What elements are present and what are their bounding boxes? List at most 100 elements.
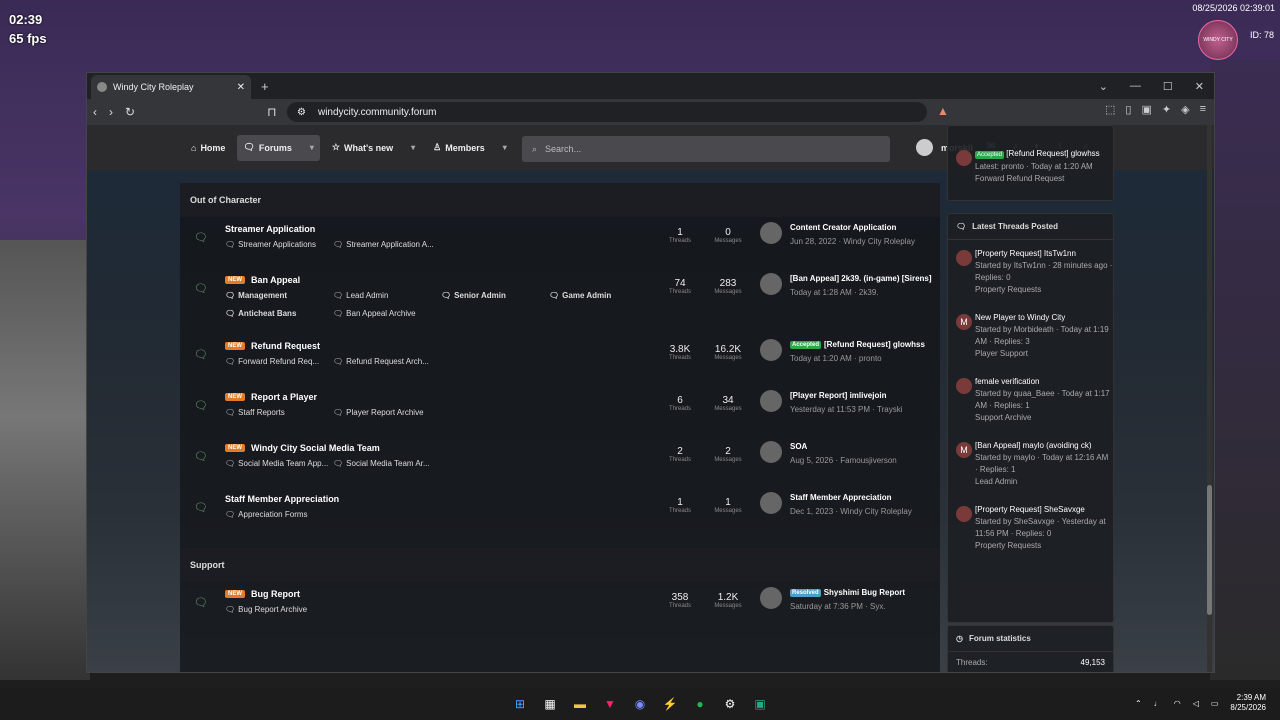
subforum-link[interactable]: 🗨 Streamer Applications	[225, 240, 316, 249]
menu-icon[interactable]: ≡	[1200, 103, 1206, 116]
bookmark-icon[interactable]: ⊓	[267, 105, 276, 119]
forum-node[interactable]: 🗨 Staff Member Appreciation 🗨 Appreciation …	[180, 487, 940, 538]
chevron-down-icon[interactable]: ▾	[503, 143, 507, 152]
subforum-link[interactable]: 🗨 Staff Reports	[225, 408, 285, 417]
thread-title[interactable]: [Property Request] ItsTw1nn	[975, 248, 1113, 260]
scrollbar[interactable]	[1207, 125, 1212, 672]
tab-search-icon[interactable]: ⌄	[1099, 80, 1108, 93]
subforum-link[interactable]: 🗨 Bug Report Archive	[225, 605, 307, 614]
latest-thread-item[interactable]: [Property Request] ItsTw1nn Started by It…	[948, 248, 1113, 296]
scrollbar-thumb[interactable]	[1207, 485, 1212, 615]
node-title[interactable]: NEW Bug Report	[225, 589, 300, 599]
subforum-link[interactable]: 🗨 Anticheat Bans	[225, 309, 296, 318]
ai-icon[interactable]: ✦	[1162, 103, 1171, 116]
brave-icon[interactable]: ▼	[602, 696, 619, 713]
sidebar-item[interactable]: Accepted [Refund Request] glowhss Latest…	[948, 148, 1113, 185]
steam-icon[interactable]: ⚙	[722, 696, 739, 713]
subforum-link[interactable]: 🗨 Player Report Archive	[333, 408, 424, 417]
last-post-title[interactable]: [Player Report] imlivejoin	[790, 391, 886, 400]
node-title[interactable]: NEW Report a Player	[225, 392, 317, 402]
extensions-icon[interactable]: ⬚	[1105, 103, 1115, 116]
last-post-title[interactable]: Resolved Shyshimi Bug Report	[790, 588, 905, 597]
vpn-icon[interactable]: ◈	[1181, 103, 1189, 116]
search-input[interactable]: ⌕ Search...	[522, 136, 890, 162]
reload-icon[interactable]: ↻	[125, 105, 135, 119]
subforum-link[interactable]: 🗨 Senior Admin	[441, 291, 506, 300]
close-window-icon[interactable]: ✕	[1195, 80, 1204, 93]
new-tab-icon[interactable]: +	[261, 79, 269, 94]
subforum-link[interactable]: 🗨 Refund Request Arch...	[333, 357, 429, 366]
url-field[interactable]: ⚙ windycity.community.forum	[287, 102, 927, 122]
sidebar-icon[interactable]: ▯	[1125, 103, 1131, 116]
chevron-down-icon[interactable]: ▾	[310, 143, 314, 152]
wallet-icon[interactable]: ▣	[1141, 103, 1151, 116]
mic-icon[interactable]: ♩	[1154, 699, 1162, 708]
subforum-link[interactable]: 🗨 Game Admin	[549, 291, 611, 300]
last-post-title[interactable]: Content Creator Application	[790, 223, 896, 232]
spotify-icon[interactable]: ●	[692, 696, 709, 713]
subforum-link[interactable]: 🗨 Appreciation Forms	[225, 510, 308, 519]
folder-icon[interactable]: ▬	[572, 696, 589, 713]
node-title[interactable]: Staff Member Appreciation	[225, 494, 339, 504]
node-title[interactable]: Streamer Application	[225, 224, 315, 234]
wifi-icon[interactable]: ◠	[1174, 699, 1181, 708]
node-title[interactable]: NEW Ban Appeal	[225, 275, 300, 285]
start-icon[interactable]: ⊞	[512, 696, 529, 713]
thread-forum[interactable]: Property Requests	[975, 284, 1113, 296]
chevron-down-icon[interactable]: ▾	[411, 143, 415, 152]
store-icon[interactable]: ▦	[542, 696, 559, 713]
battery-icon[interactable]: ▭	[1211, 699, 1219, 708]
latest-thread-item[interactable]: M [Ban Appeal] maylo (avoiding ck) Started…	[948, 440, 1113, 488]
nav-members[interactable]: ♙ Members ▾	[427, 135, 513, 161]
thread-title[interactable]: [Ban Appeal] maylo (avoiding ck)	[975, 440, 1113, 452]
chevron-up-icon[interactable]: ⌃	[1135, 699, 1142, 708]
nav-forums[interactable]: 🗨 Forums ▾	[237, 134, 320, 161]
forum-node[interactable]: 🗨 NEW Ban Appeal 🗨 Management 🗨 Lead Admin 🗨 Sen…	[180, 268, 940, 334]
thread-forum[interactable]: Property Requests	[975, 540, 1113, 552]
brave-shield-icon[interactable]: ▲	[937, 104, 949, 118]
thread-forum[interactable]: Player Support	[975, 348, 1113, 360]
subforum-link[interactable]: 🗨 Management	[225, 291, 287, 300]
maximize-icon[interactable]: ☐	[1163, 80, 1173, 93]
thread-forum[interactable]: Lead Admin	[975, 476, 1113, 488]
forum-node[interactable]: 🗨 NEW Bug Report 🗨 Bug Report Archive 358 Thre…	[180, 582, 940, 633]
browser-tab[interactable]: Windy City Roleplay ✕	[91, 75, 251, 99]
nav-home[interactable]: ⌂ Home	[185, 135, 231, 161]
nav-whats-new[interactable]: ☆ What's new ▾	[326, 135, 421, 161]
last-post-title[interactable]: Staff Member Appreciation	[790, 493, 892, 502]
subforum-link[interactable]: 🗨 Social Media Team App...	[225, 459, 328, 468]
subforum-link[interactable]: 🗨 Forward Refund Req...	[225, 357, 319, 366]
thread-forum[interactable]: Support Archive	[975, 412, 1113, 424]
minimize-icon[interactable]: —	[1130, 80, 1141, 93]
last-post-title[interactable]: SOA	[790, 442, 807, 451]
category-title[interactable]: Support	[180, 548, 940, 582]
last-post-title[interactable]: [Ban Appeal] 2k39. (in-game) [Sirens]	[790, 274, 932, 283]
forum-node[interactable]: 🗨 NEW Windy City Social Media Team 🗨 Social …	[180, 436, 940, 487]
subforum-link[interactable]: 🗨 Social Media Team Ar...	[333, 459, 430, 468]
forum-node[interactable]: 🗨 NEW Refund Request 🗨 Forward Refund Req...…	[180, 334, 940, 385]
thread-title[interactable]: New Player to Windy City	[975, 312, 1113, 324]
node-title[interactable]: NEW Windy City Social Media Team	[225, 443, 380, 453]
site-info-icon[interactable]: ⚙	[297, 107, 306, 118]
taskbar-clock[interactable]: 2:39 AM 8/25/2026	[1230, 693, 1266, 713]
back-icon[interactable]: ‹	[93, 105, 97, 119]
close-tab-icon[interactable]: ✕	[237, 82, 245, 93]
terminal-icon[interactable]: ▣	[752, 696, 769, 713]
category-title[interactable]: Out of Character	[180, 183, 940, 217]
forum-node[interactable]: 🗨 Streamer Application 🗨 Streamer Applicati…	[180, 217, 940, 268]
subforum-link[interactable]: 🗨 Ban Appeal Archive	[333, 309, 416, 318]
thread-title[interactable]: female verification	[975, 376, 1113, 388]
node-title[interactable]: NEW Refund Request	[225, 341, 320, 351]
latest-thread-item[interactable]: [Property Request] SheSavxge Started by S…	[948, 504, 1113, 552]
forward-icon[interactable]: ›	[109, 105, 113, 119]
discord-icon[interactable]: ◉	[632, 696, 649, 713]
subforum-link[interactable]: 🗨 Streamer Application A...	[333, 240, 434, 249]
latest-thread-item[interactable]: female verification Started by quaa_Baee …	[948, 376, 1113, 424]
sidebar-item-forum[interactable]: Forward Refund Request	[975, 173, 1113, 185]
latest-thread-item[interactable]: M New Player to Windy City Started by Morb…	[948, 312, 1113, 360]
thread-title[interactable]: [Property Request] SheSavxge	[975, 504, 1113, 516]
volume-icon[interactable]: ◁	[1193, 699, 1199, 708]
forum-node[interactable]: 🗨 NEW Report a Player 🗨 Staff Reports 🗨 Player…	[180, 385, 940, 436]
last-post-title[interactable]: Accepted [Refund Request] glowhss	[790, 340, 925, 349]
app-icon[interactable]: ⚡	[662, 696, 679, 713]
